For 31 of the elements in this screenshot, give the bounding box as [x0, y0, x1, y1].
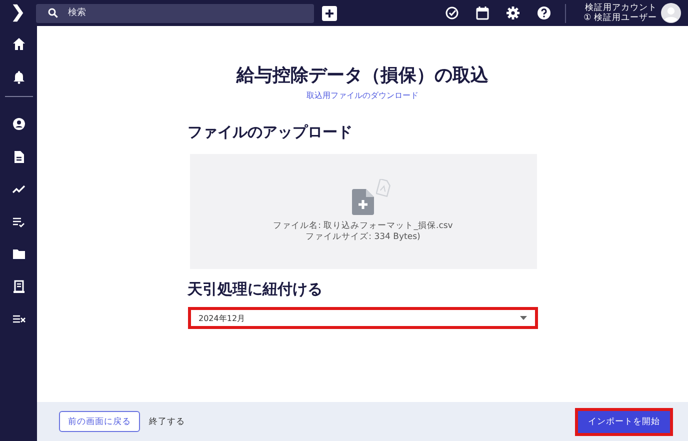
add-icon[interactable] [322, 6, 337, 20]
user-name: ① 検証用ユーザー [584, 13, 657, 23]
account-name: 検証用アカウント [585, 3, 657, 13]
file-name: ファイル名: 取り込みフォーマット_損保.csv [273, 220, 453, 232]
receipt-icon[interactable] [12, 280, 26, 294]
help-icon[interactable] [536, 6, 551, 20]
search-field[interactable]: 検索 [36, 4, 314, 22]
bell-icon[interactable] [12, 70, 26, 84]
file-size: ファイルサイズ: 334 Bytes) [306, 232, 420, 242]
finish-link[interactable]: 終了する [149, 416, 185, 428]
caret-icon [520, 316, 526, 320]
month-select[interactable]: 2024年12月 [188, 307, 538, 329]
logo-icon[interactable] [12, 4, 24, 22]
home-icon[interactable] [12, 37, 26, 51]
folder-icon[interactable] [12, 247, 26, 261]
upload-area[interactable]: ファイル名: 取り込みフォーマット_損保.csv ファイルサイズ: 334 Bytes) [190, 154, 536, 269]
back-button[interactable]: 前の画面に戻る [59, 411, 140, 432]
search-icon [48, 8, 58, 18]
section-heading: 天引処理に紐付ける [188, 279, 324, 299]
page-title: 給与控除データ（損保）の取込 [235, 65, 490, 87]
download-link[interactable]: 取込用ファイルのダウンロード [306, 90, 418, 101]
settings-icon[interactable] [506, 6, 520, 20]
document-icon[interactable] [12, 150, 26, 164]
import-button[interactable]: インポートを開始 [578, 410, 670, 432]
document-icon [376, 178, 391, 196]
user-icon[interactable] [12, 117, 26, 131]
section-heading: ファイルのアップロード [188, 122, 354, 142]
avatar-icon[interactable] [661, 3, 681, 23]
file-add-icon [352, 188, 374, 214]
check-circle-icon[interactable] [444, 6, 459, 20]
calendar-icon[interactable] [476, 6, 489, 20]
